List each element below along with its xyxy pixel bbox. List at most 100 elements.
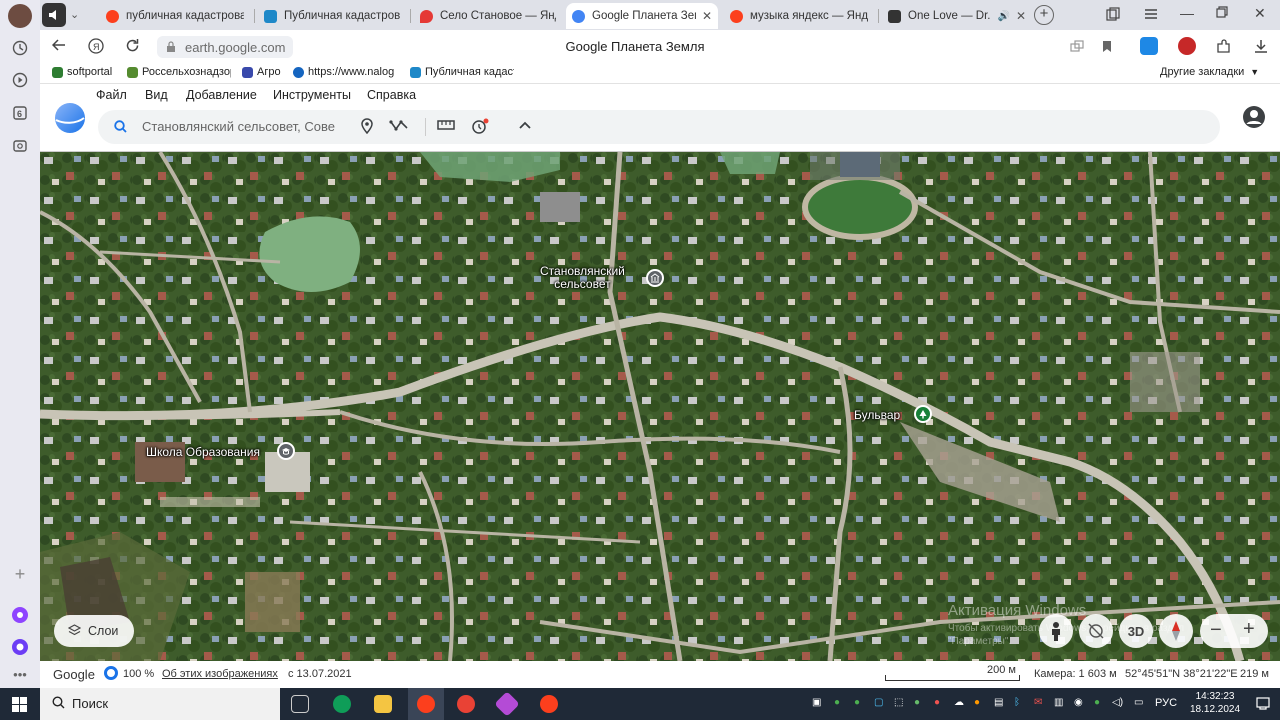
extension-blue-icon[interactable] (1140, 37, 1158, 55)
clock[interactable]: 14:32:23 18.12.2024 (1190, 690, 1240, 716)
bookmark-icon[interactable] (1102, 40, 1112, 56)
file-explorer-icon[interactable] (374, 695, 392, 713)
battery-icon[interactable]: ▭ (1134, 697, 1143, 708)
share-icon[interactable] (1070, 40, 1084, 55)
menu-tools[interactable]: Инструменты (273, 88, 351, 102)
tab-2[interactable]: Село Становое — Янде (414, 3, 562, 29)
bookmark-nalog[interactable]: https://www.nalog (293, 66, 397, 78)
collapse-chevron-up-icon[interactable] (519, 117, 531, 134)
wifi-cloud-icon[interactable]: ☁ (954, 697, 964, 708)
history-icon[interactable] (8, 36, 32, 60)
boulevard-label[interactable]: Бульвар (854, 409, 900, 422)
tab-5[interactable]: One Love — Dr. Al 🔊 ✕ (882, 3, 1032, 29)
extensions-puzzle-icon[interactable] (1216, 39, 1231, 57)
satellite-map[interactable]: Становлянский сельсовет Школа Образовани… (40, 152, 1280, 661)
close-tab-icon[interactable]: ✕ (702, 9, 712, 23)
tab-4[interactable]: музыка яндекс — Янде (724, 3, 874, 29)
audio-playing-icon[interactable]: 🔊 (997, 11, 1009, 22)
restore-icon[interactable] (1216, 6, 1228, 21)
street-view-pegman-icon[interactable] (1039, 614, 1073, 648)
alice-icon[interactable] (8, 603, 32, 627)
historical-imagery-icon[interactable] (471, 118, 489, 138)
close-tab-icon[interactable]: ✕ (1016, 9, 1026, 23)
zoom-in-button[interactable]: + (1243, 618, 1255, 641)
profile-avatar[interactable] (8, 4, 32, 28)
softportal-favicon-icon (52, 66, 63, 78)
collections-icon[interactable] (1106, 7, 1120, 24)
media-play-icon[interactable] (8, 68, 32, 92)
yandex-icon[interactable] (540, 695, 558, 713)
school-icon[interactable] (277, 442, 295, 460)
task-view-icon[interactable] (291, 695, 309, 713)
placemark-pin-icon[interactable] (360, 118, 374, 138)
messenger-icon[interactable] (8, 635, 32, 659)
tray-orange-icon[interactable]: ● (974, 697, 980, 708)
menu-view[interactable]: Вид (145, 88, 168, 102)
app-diamond-icon[interactable] (494, 691, 520, 717)
menu-help[interactable]: Справка (367, 88, 416, 102)
tray-mail-icon[interactable]: ✉ (1034, 697, 1042, 708)
search-icon[interactable] (114, 120, 127, 136)
yandex-browser-active[interactable] (408, 688, 444, 720)
park-tree-icon[interactable] (914, 405, 932, 423)
streaming-progress-icon (104, 666, 118, 680)
menu-hamburger-icon[interactable] (1144, 7, 1158, 24)
bookmark-rosselkhoznadzor[interactable]: Россельхознадзор (127, 66, 231, 78)
taskbar-search-box[interactable]: Поиск (40, 688, 280, 720)
chrome-icon[interactable] (457, 695, 475, 713)
tab-list-chevron-icon[interactable]: ⌄ (70, 8, 79, 21)
google-earth-logo-icon[interactable] (54, 102, 86, 137)
compass-icon[interactable] (1159, 614, 1193, 648)
account-avatar-icon[interactable] (1242, 105, 1266, 132)
windows-start-icon[interactable] (12, 697, 27, 715)
tab-3-active[interactable]: Google Планета Земля ✕ (566, 3, 718, 29)
tray-green-icon[interactable]: ● (834, 697, 840, 708)
bookmark-softportal[interactable]: softportal (52, 66, 112, 78)
council-label[interactable]: Становлянский сельсовет (540, 265, 625, 291)
bookmark-label: Публичная кадаст (425, 66, 514, 78)
menu-add[interactable]: Добавление (186, 88, 257, 102)
tray-red-icon[interactable]: ● (934, 697, 940, 708)
more-icon[interactable]: ••• (8, 662, 32, 686)
measure-ruler-icon[interactable] (437, 118, 455, 135)
tabs-count-icon[interactable]: 6 (8, 101, 32, 125)
add-panel-icon[interactable]: + (8, 562, 32, 586)
bookmark-agro[interactable]: Агро (242, 66, 281, 78)
reset-tilt-icon[interactable] (1079, 614, 1113, 648)
about-imagery-link[interactable]: Об этих изображениях (162, 668, 278, 680)
layers-button[interactable]: Слои (54, 615, 134, 647)
zoom-out-button[interactable]: − (1210, 619, 1222, 642)
notifications-icon[interactable] (1256, 696, 1270, 713)
tab-1[interactable]: Публичная кадастрова (258, 3, 406, 29)
school-label[interactable]: Школа Образования (146, 446, 260, 459)
tray-sync-icon[interactable]: ● (914, 697, 920, 708)
bluetooth-icon[interactable]: ᛒ (1014, 697, 1020, 708)
new-tab-button[interactable]: + (1034, 5, 1054, 25)
minimize-icon[interactable]: — (1180, 5, 1194, 21)
input-language[interactable]: РУС (1155, 697, 1177, 709)
search-input[interactable] (142, 119, 342, 134)
yandex-favicon-icon (106, 9, 119, 23)
printer-icon[interactable]: ▣ (812, 697, 821, 708)
speaker-icon[interactable] (42, 3, 66, 27)
tray-blue-icon[interactable]: ▢ (874, 697, 883, 708)
toggle-3d-button[interactable]: 3D (1119, 614, 1153, 648)
screenshot-icon[interactable] (8, 134, 32, 158)
bookmark-cadastre[interactable]: Публичная кадаст (410, 66, 514, 78)
tab-0[interactable]: публичная кадастровая (100, 3, 250, 29)
tray-doc-icon[interactable]: ▥ (1054, 697, 1063, 708)
tray-android-icon[interactable]: ● (854, 697, 860, 708)
network-icon[interactable]: ◉ (1074, 697, 1083, 708)
extension-red-icon[interactable] (1178, 37, 1196, 55)
draw-path-icon[interactable] (389, 118, 409, 136)
volume-icon[interactable]: ◁) (1112, 697, 1123, 708)
other-bookmarks[interactable]: Другие закладки ▼ (1160, 66, 1259, 78)
tray-app-icon[interactable]: ⬚ (894, 697, 903, 708)
menu-file[interactable]: Файл (96, 88, 127, 102)
tray-check-icon[interactable]: ● (1094, 697, 1100, 708)
download-icon[interactable] (1254, 39, 1268, 57)
edge-browser-icon[interactable] (333, 695, 351, 713)
close-window-icon[interactable]: ✕ (1254, 5, 1266, 22)
government-building-icon[interactable] (646, 269, 664, 287)
tray-folder-icon[interactable]: ▤ (994, 697, 1003, 708)
